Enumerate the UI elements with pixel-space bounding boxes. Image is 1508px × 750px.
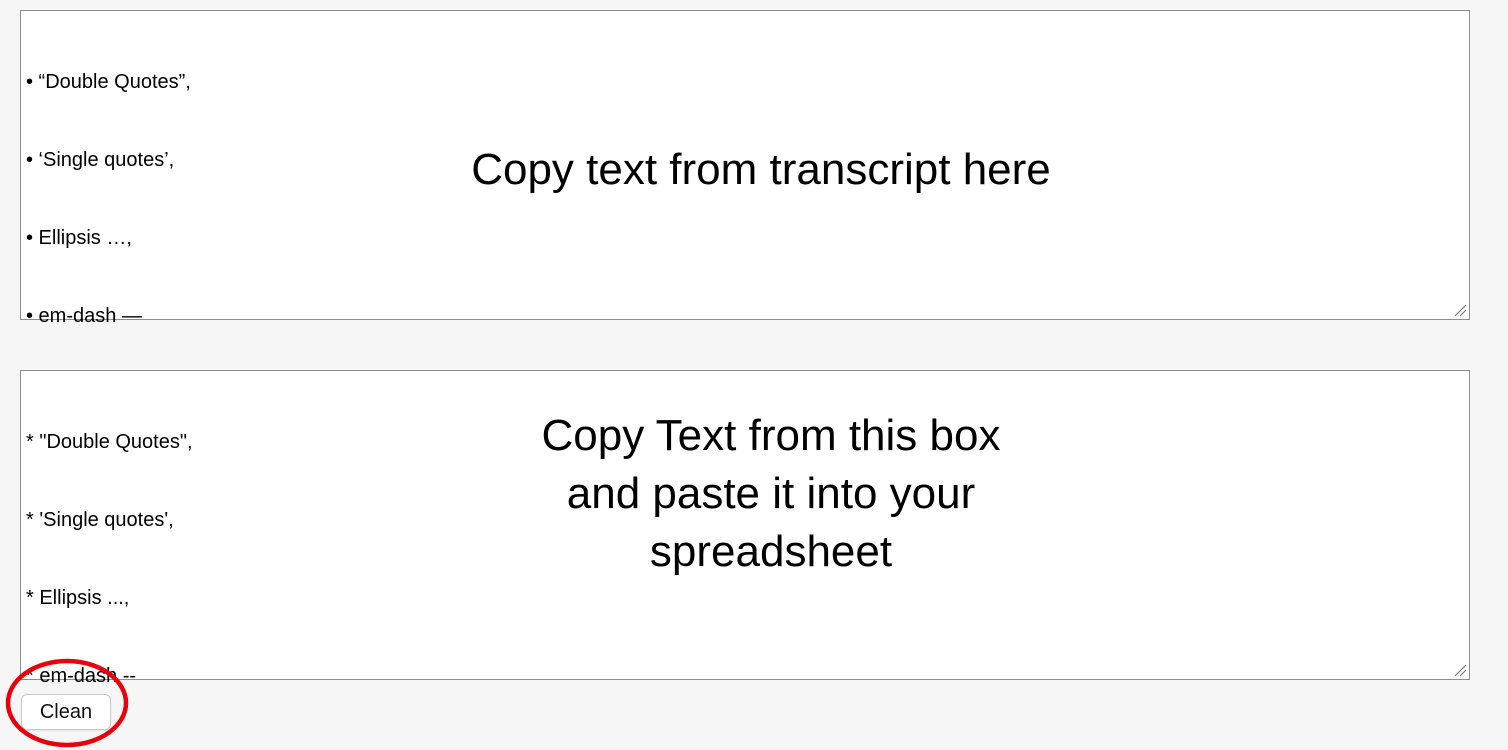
output-instruction-line: and paste it into your <box>566 469 976 518</box>
output-instruction-line: Copy Text from this box <box>541 411 1001 460</box>
input-line: • “Double Quotes”, <box>26 71 191 93</box>
output-text-content: * "Double Quotes", * 'Single quotes', * … <box>26 377 193 741</box>
output-line: * "Double Quotes", <box>26 431 193 453</box>
output-instruction-annotation: Copy Text from this box and paste it int… <box>421 407 1121 581</box>
output-line: * Ellipsis ..., <box>26 587 130 609</box>
input-instruction-annotation: Copy text from transcript here <box>471 145 1051 194</box>
output-textarea[interactable]: * "Double Quotes", * 'Single quotes', * … <box>20 370 1470 687</box>
input-line: • Ellipsis …, <box>26 227 132 249</box>
output-line: * 'Single quotes', <box>26 509 174 531</box>
output-instruction-line: spreadsheet <box>649 527 893 576</box>
output-line: * em-dash -- <box>26 665 137 687</box>
resize-handle-icon[interactable] <box>1453 303 1467 317</box>
input-text-content: • “Double Quotes”, • ‘Single quotes’, • … <box>26 17 191 381</box>
clean-button[interactable]: Clean <box>21 694 111 730</box>
input-line: • em-dash — <box>26 305 142 327</box>
resize-handle-icon[interactable] <box>1453 663 1467 677</box>
input-textarea[interactable]: • “Double Quotes”, • ‘Single quotes’, • … <box>20 10 1470 327</box>
page: • “Double Quotes”, • ‘Single quotes’, • … <box>0 0 1508 750</box>
